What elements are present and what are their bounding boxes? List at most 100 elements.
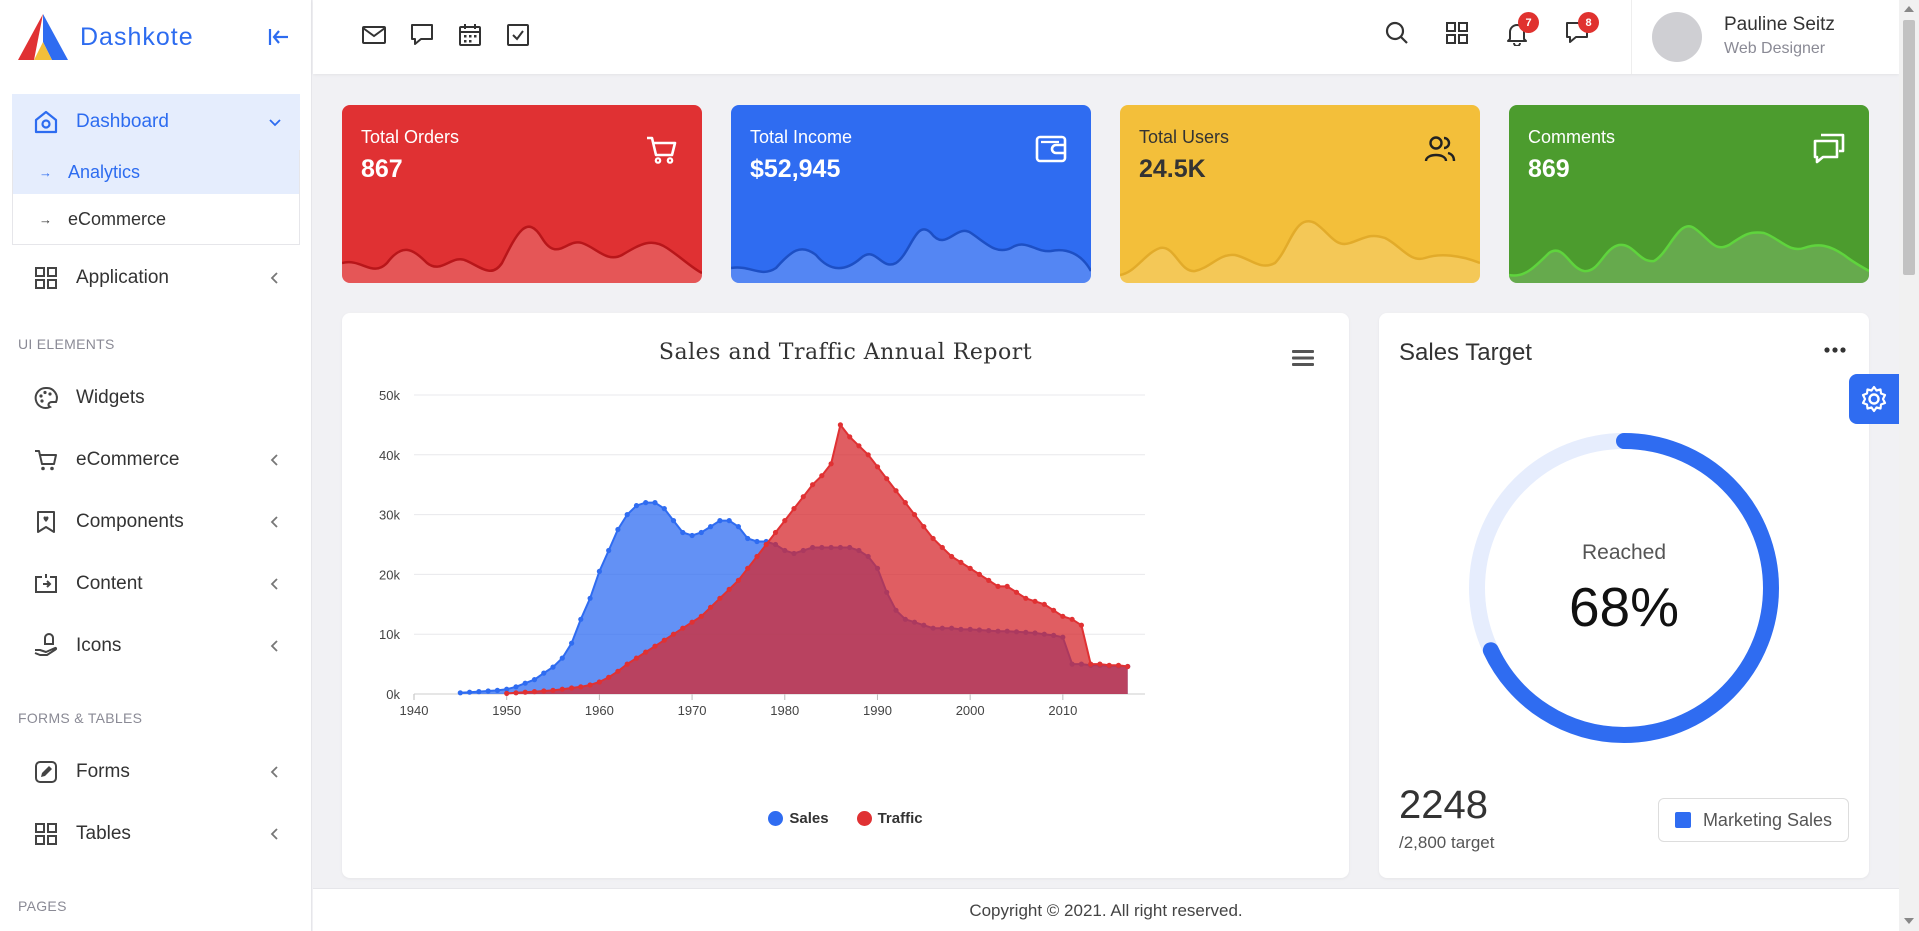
stat-label: Total Orders [361, 127, 460, 147]
x-tick-label: 1950 [492, 703, 521, 718]
data-point [698, 613, 704, 619]
scroll-up-arrow[interactable] [1904, 6, 1914, 12]
data-point [1060, 613, 1066, 619]
chevron-left-icon [268, 451, 282, 469]
data-point [939, 544, 945, 551]
data-point [930, 535, 936, 542]
sidebar-item-label: Content [76, 573, 143, 594]
more-options-icon[interactable] [1823, 343, 1847, 357]
chat-bubble-icon[interactable] [408, 21, 436, 49]
chevron-left-icon [268, 269, 282, 287]
y-tick-label: 50k [379, 388, 400, 403]
data-point [1032, 598, 1038, 604]
sidebar-item-content[interactable]: Content [12, 553, 300, 615]
users-icon [1424, 136, 1456, 162]
sidebar-item-forms[interactable]: Forms [12, 741, 300, 803]
messages-icon[interactable]: 8 [1563, 12, 1599, 47]
sidebar-item-ecommerce-dashboard[interactable]: → eCommerce [13, 194, 299, 244]
sidebar-item-icons[interactable]: Icons [12, 615, 300, 677]
brand[interactable]: Dashkote [18, 14, 194, 60]
gauge-label: Reached [1581, 541, 1667, 564]
legend-label: Sales [789, 810, 829, 827]
legend-label: Traffic [877, 810, 923, 827]
data-point [800, 494, 806, 500]
logo-icon [18, 14, 68, 60]
collapse-left-icon [268, 29, 288, 45]
data-point [578, 684, 584, 690]
data-point [708, 524, 714, 530]
user-menu[interactable]: Pauline Seitz Web Designer [1631, 0, 1899, 74]
data-point [689, 532, 695, 539]
data-point [578, 616, 584, 622]
data-point [967, 565, 973, 571]
data-point [467, 689, 473, 695]
marketing-sales-button[interactable]: Marketing Sales [1657, 798, 1849, 842]
page-scrollbar[interactable] [1899, 0, 1919, 931]
sales-target-panel: Sales Target Reached 68% 2248 /2,800 tar… [1379, 313, 1869, 878]
chevron-down-icon [268, 113, 282, 131]
target-title: Sales Target [1399, 339, 1532, 366]
settings-button[interactable] [1849, 374, 1899, 424]
data-point [615, 668, 621, 674]
sidebar-item-label: Widgets [76, 387, 145, 408]
apps-grid-icon[interactable] [1443, 19, 1471, 47]
data-point [1115, 662, 1122, 668]
topbar: 7 8 Pauline Seitz Web Designer [313, 0, 1899, 74]
x-tick-label: 2010 [1048, 703, 1077, 718]
sidebar-item-dashboard[interactable]: Dashboard [12, 94, 300, 150]
mail-icon[interactable] [360, 21, 388, 49]
calendar-icon[interactable] [456, 21, 484, 49]
data-point [606, 674, 612, 680]
sidebar-collapse-button[interactable] [264, 22, 294, 52]
data-point [661, 506, 667, 512]
legend-item-sales[interactable]: Sales [768, 810, 829, 827]
data-point [1041, 601, 1047, 607]
data-point [1097, 661, 1103, 667]
data-point [911, 512, 918, 518]
search-icon[interactable] [1383, 19, 1411, 47]
target-current-value: 2248 [1399, 783, 1488, 827]
cart-icon [32, 446, 60, 474]
data-point [550, 664, 556, 670]
chevron-left-icon [268, 637, 282, 655]
sidebar-item-components[interactable]: Components [12, 491, 300, 553]
sidebar-item-label: Icons [76, 635, 122, 656]
user-name: Pauline Seitz [1724, 14, 1835, 35]
data-point [1004, 583, 1010, 589]
data-point [1013, 589, 1020, 595]
gauge-value: 68% [1568, 576, 1680, 638]
data-point [680, 529, 686, 536]
stat-value: 24.5K [1139, 155, 1206, 183]
scroll-thumb[interactable] [1903, 20, 1915, 275]
sidebar-item-label: Components [76, 511, 184, 532]
data-point [569, 685, 575, 691]
bookmark-heart-icon [32, 508, 60, 536]
stat-value: $52,945 [750, 155, 841, 183]
sidebar-item-label: Application [76, 267, 169, 288]
checkbox-icon[interactable] [504, 21, 532, 49]
legend-item-traffic[interactable]: Traffic [856, 810, 923, 827]
y-tick-label: 0k [386, 687, 400, 702]
data-point [708, 604, 714, 610]
gear-icon [1861, 385, 1887, 413]
message-badge: 8 [1578, 12, 1599, 33]
sidebar-item-application[interactable]: Application [12, 245, 300, 311]
x-tick-label: 1960 [585, 703, 614, 718]
sales-traffic-chart-panel: Sales and Traffic Annual Report 0k 10k 20k… [342, 313, 1349, 878]
chat-icon [1813, 133, 1845, 164]
data-point [531, 689, 538, 695]
data-point [837, 422, 843, 428]
sidebar-item-widgets[interactable]: Widgets [12, 367, 300, 429]
data-point [958, 559, 964, 565]
avatar[interactable] [1652, 12, 1702, 62]
data-point [513, 690, 519, 696]
sidebar-item-tables[interactable]: Tables [12, 803, 300, 865]
sidebar-item-ecommerce[interactable]: eCommerce [12, 429, 300, 491]
data-point [457, 690, 463, 696]
scroll-down-arrow[interactable] [1904, 918, 1914, 924]
data-point [949, 553, 955, 560]
data-point [513, 684, 519, 690]
sidebar-item-analytics[interactable]: → Analytics [13, 150, 299, 194]
bell-icon[interactable]: 7 [1503, 12, 1539, 47]
data-point [476, 689, 482, 695]
